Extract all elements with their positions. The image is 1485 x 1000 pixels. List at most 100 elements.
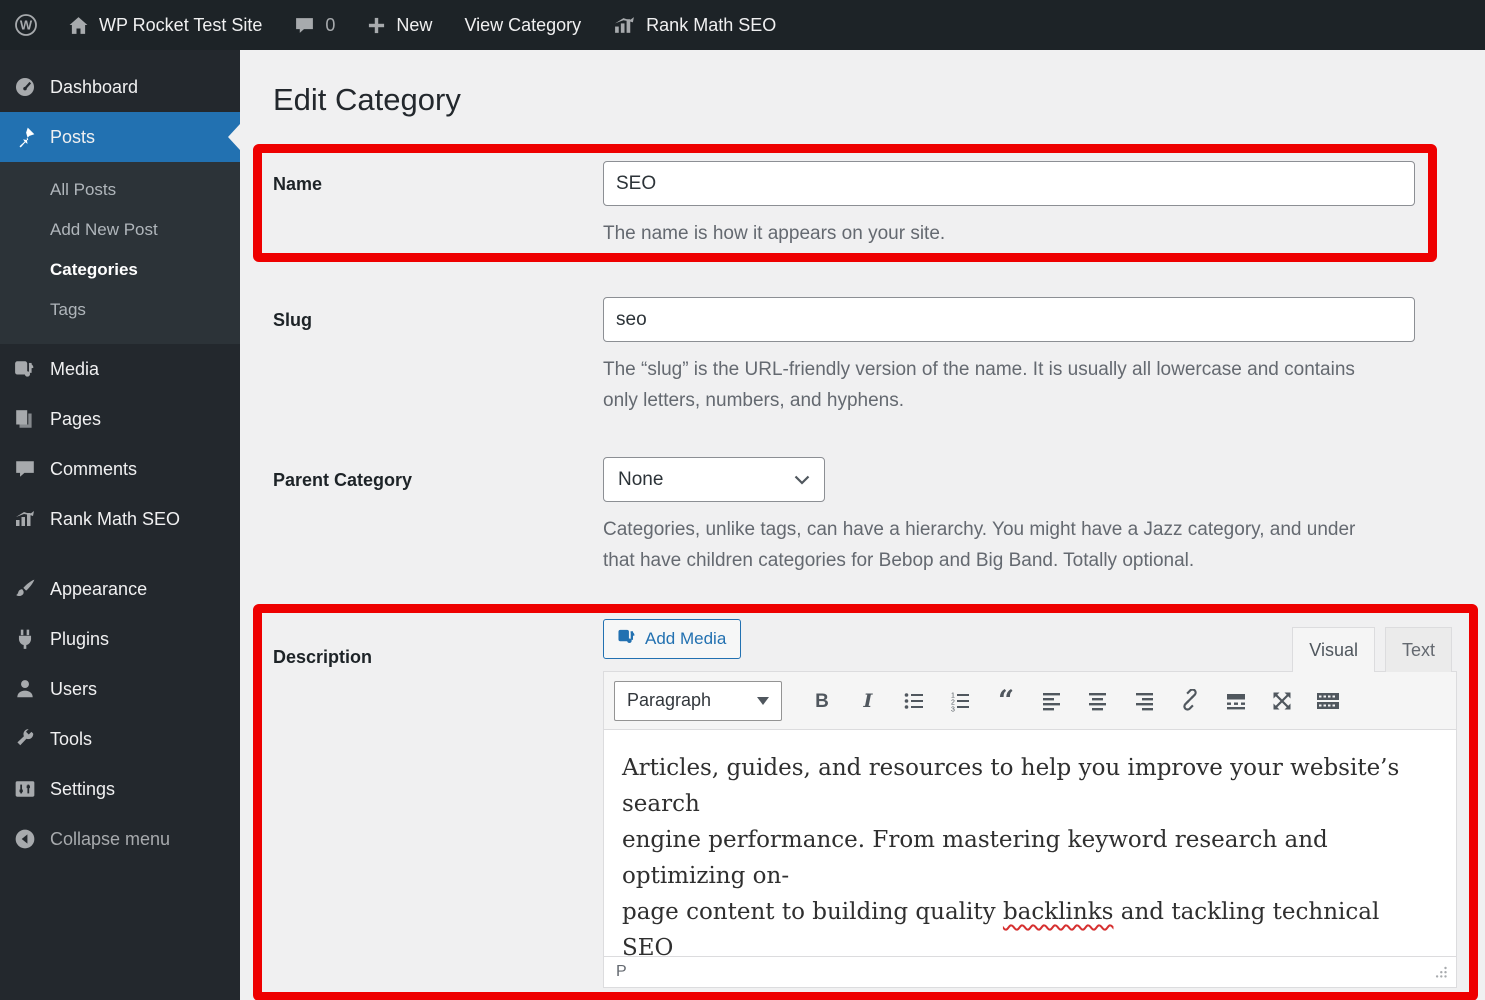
appearance-brush-icon xyxy=(14,578,36,600)
name-input[interactable] xyxy=(603,161,1415,206)
site-name: WP Rocket Test Site xyxy=(99,14,263,35)
parent-category-row: Parent Category None Categories, unlike … xyxy=(273,457,1437,576)
description-line: page content to building quality backlin… xyxy=(622,894,1438,956)
toolbar-toggle-icon[interactable] xyxy=(1308,681,1348,721)
parent-category-selected-value: None xyxy=(618,468,664,490)
submenu-all-posts[interactable]: All Posts xyxy=(0,170,240,210)
resize-grip-icon[interactable] xyxy=(1434,965,1448,979)
posts-submenu: All Posts Add New Post Categories Tags xyxy=(0,162,240,344)
sidebar-item-comments[interactable]: Comments xyxy=(0,444,240,494)
annotation-box-description: Description Add Media Visual Text Paragr… xyxy=(253,604,1478,1000)
sidebar-label-plugins: Plugins xyxy=(50,628,110,649)
submenu-add-new-post[interactable]: Add New Post xyxy=(0,210,240,250)
format-selected-value: Paragraph xyxy=(627,690,712,710)
sidebar-item-settings[interactable]: Settings xyxy=(0,764,240,814)
submenu-categories[interactable]: Categories xyxy=(0,250,240,290)
sidebar-item-appearance[interactable]: Appearance xyxy=(0,564,240,614)
sidebar-item-tools[interactable]: Tools xyxy=(0,714,240,764)
bulleted-list-icon[interactable] xyxy=(894,681,934,721)
rank-math-icon xyxy=(613,14,636,37)
submenu-tags[interactable]: Tags xyxy=(0,290,240,330)
description-line: engine performance. From mastering keywo… xyxy=(622,827,1328,889)
users-icon xyxy=(14,678,36,700)
chevron-down-icon xyxy=(794,469,810,491)
align-center-icon[interactable] xyxy=(1078,681,1118,721)
tab-visual[interactable]: Visual xyxy=(1292,627,1375,672)
parent-category-help-text: Categories, unlike tags, can have a hier… xyxy=(603,519,1356,571)
svg-text:W: W xyxy=(20,18,33,33)
admin-bar-site-link[interactable]: WP Rocket Test Site xyxy=(52,0,278,50)
editor-status-bar: P xyxy=(604,956,1456,987)
svg-text:3: 3 xyxy=(951,706,955,713)
sidebar-item-users[interactable]: Users xyxy=(0,664,240,714)
element-path: P xyxy=(616,963,627,980)
sidebar-item-pages[interactable]: Pages xyxy=(0,394,240,444)
admin-bar-view-category[interactable]: View Category xyxy=(448,0,597,50)
svg-text:B: B xyxy=(815,691,829,712)
rank-math-label: Rank Math SEO xyxy=(646,14,777,35)
select-caret-icon xyxy=(757,696,769,705)
dashboard-icon xyxy=(14,76,36,98)
new-label: New xyxy=(396,14,433,35)
slug-input[interactable] xyxy=(603,297,1415,342)
plus-icon xyxy=(367,16,386,35)
collapse-menu-label: Collapse menu xyxy=(50,828,171,849)
tab-text[interactable]: Text xyxy=(1384,627,1452,672)
sidebar-item-posts[interactable]: Posts xyxy=(0,112,240,162)
admin-bar-new[interactable]: New xyxy=(351,0,448,50)
media-icon xyxy=(14,358,36,380)
editor-tabs: Visual Text xyxy=(1292,627,1452,672)
paragraph-format-select[interactable]: Paragraph xyxy=(614,680,782,721)
collapse-menu-button[interactable]: Collapse menu xyxy=(0,814,240,864)
align-left-icon[interactable] xyxy=(1032,681,1072,721)
sidebar-label-rank-math: Rank Math SEO xyxy=(50,508,181,529)
fullscreen-icon[interactable] xyxy=(1262,681,1302,721)
description-line: Articles, guides, and resources to help … xyxy=(622,755,1400,817)
pages-icon xyxy=(14,408,36,430)
tools-wrench-icon xyxy=(14,728,36,750)
sidebar-label-appearance: Appearance xyxy=(50,578,148,599)
comments-count: 0 xyxy=(325,14,336,35)
description-content[interactable]: Articles, guides, and resources to help … xyxy=(604,730,1456,956)
add-media-button[interactable]: Add Media xyxy=(603,619,742,659)
link-icon[interactable] xyxy=(1170,681,1210,721)
admin-bar: W WP Rocket Test Site 0 New View Categor… xyxy=(0,0,1485,50)
wordpress-logo[interactable]: W xyxy=(0,0,52,50)
svg-text:1: 1 xyxy=(951,692,955,699)
bold-icon[interactable]: B xyxy=(802,681,842,721)
rank-math-seo-icon xyxy=(14,508,36,530)
sidebar-label-media: Media xyxy=(50,358,100,379)
blockquote-icon[interactable]: “ xyxy=(986,681,1026,721)
edit-category-page: Edit Category Name The name is how it ap… xyxy=(240,0,1485,1000)
editor-toolbar: Paragraph B I 123 “ xyxy=(604,672,1456,730)
parent-category-select[interactable]: None xyxy=(603,457,825,502)
sidebar-item-dashboard[interactable]: Dashboard xyxy=(0,62,240,112)
sidebar-label-posts: Posts xyxy=(50,126,96,147)
numbered-list-icon[interactable]: 123 xyxy=(940,681,980,721)
sidebar-item-plugins[interactable]: Plugins xyxy=(0,614,240,664)
sidebar-item-media[interactable]: Media xyxy=(0,344,240,394)
comments-icon xyxy=(14,458,36,480)
align-right-icon[interactable] xyxy=(1124,681,1164,721)
slug-help-text: The “slug” is the URL-friendly version o… xyxy=(603,359,1355,411)
sidebar-label-dashboard: Dashboard xyxy=(50,76,139,97)
home-icon xyxy=(68,15,89,36)
description-label: Description xyxy=(273,647,373,667)
view-category-label: View Category xyxy=(464,14,582,35)
admin-bar-rank-math[interactable]: Rank Math SEO xyxy=(597,0,792,50)
misspelled-word: SEO xyxy=(622,935,674,956)
misspelled-word: backlinks xyxy=(1002,899,1114,925)
admin-sidebar: Dashboard Posts All Posts Add New Post C… xyxy=(0,50,240,1000)
svg-text:2: 2 xyxy=(951,699,955,706)
menu-separator xyxy=(0,544,240,564)
sidebar-item-rank-math[interactable]: Rank Math SEO xyxy=(0,494,240,544)
sidebar-label-comments: Comments xyxy=(50,458,138,479)
add-media-icon xyxy=(618,627,637,651)
slug-label: Slug xyxy=(273,310,312,330)
sidebar-label-pages: Pages xyxy=(50,408,102,429)
parent-category-label: Parent Category xyxy=(273,470,413,490)
italic-icon[interactable]: I xyxy=(848,681,888,721)
admin-bar-comments[interactable]: 0 xyxy=(278,0,351,50)
read-more-icon[interactable] xyxy=(1216,681,1256,721)
annotation-box-name: Name The name is how it appears on your … xyxy=(253,144,1437,262)
